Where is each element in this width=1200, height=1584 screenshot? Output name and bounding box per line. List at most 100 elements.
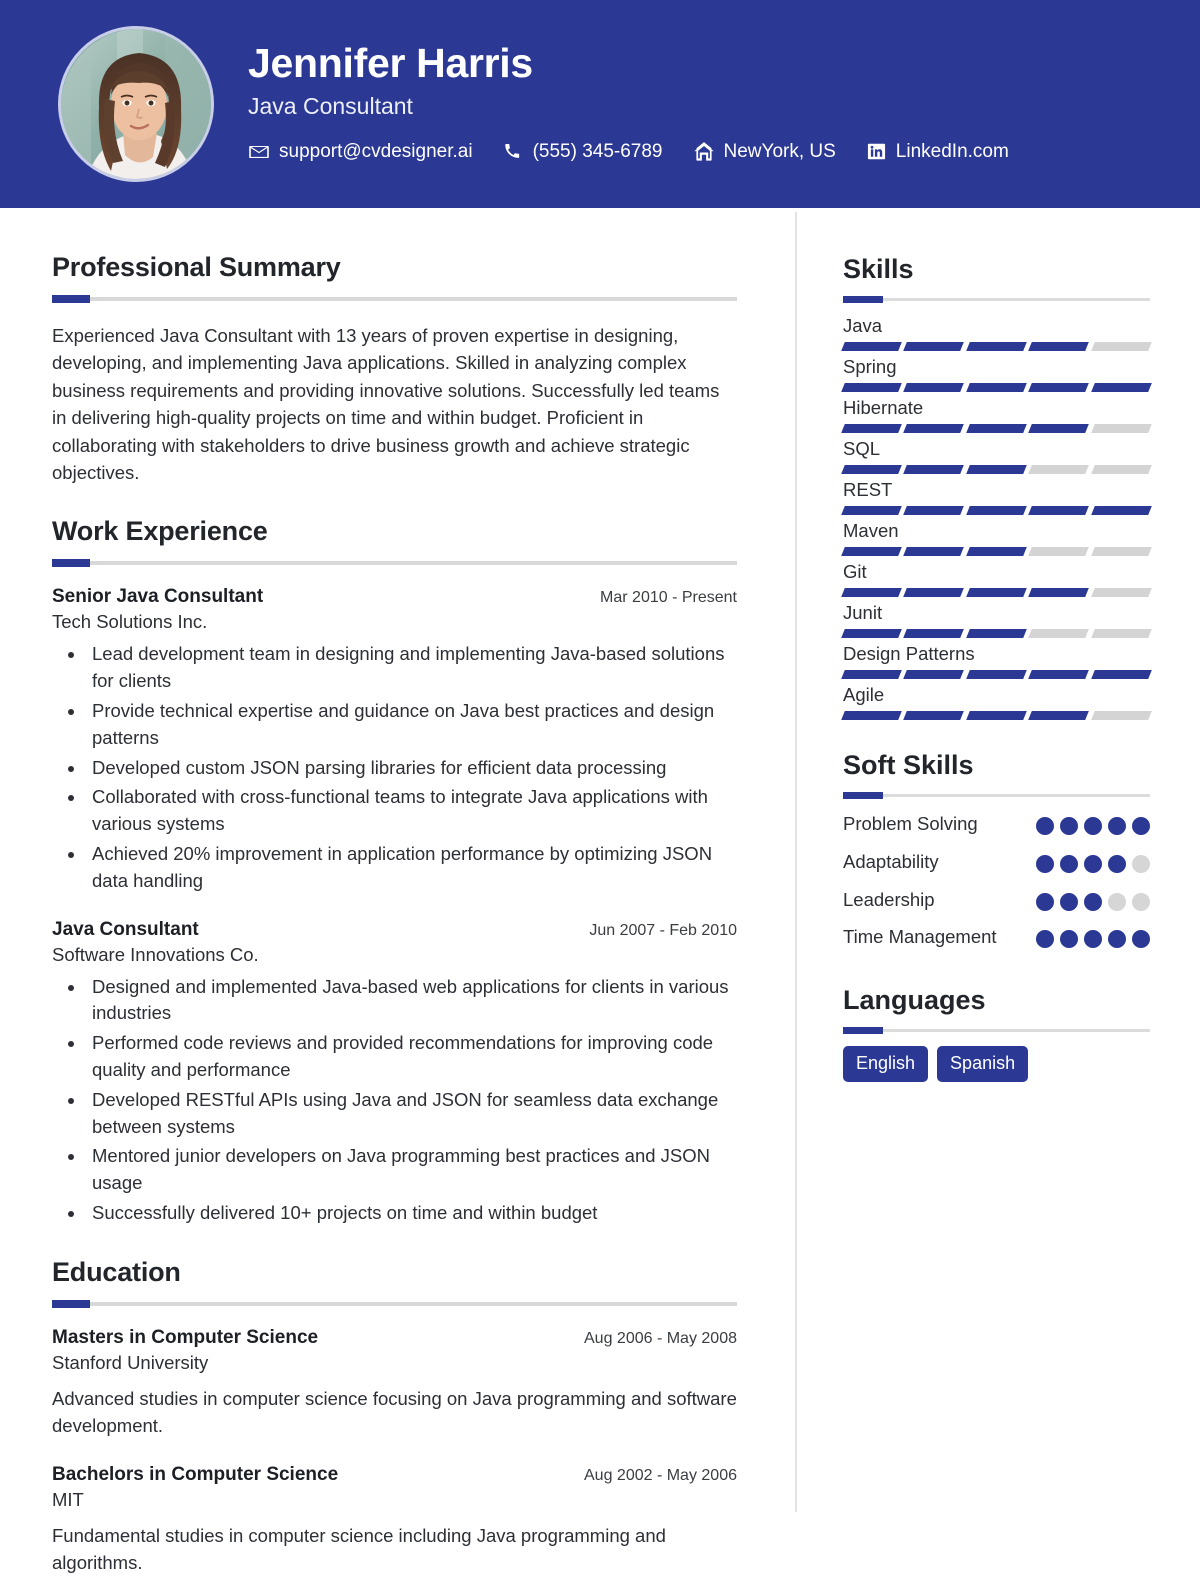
skill-segment [1090, 342, 1152, 351]
list-item: Provide technical expertise and guidance… [86, 698, 737, 752]
rating-dot [1060, 854, 1078, 873]
contact-phone[interactable]: (555) 345-6789 [503, 141, 663, 163]
skill-row: Maven [841, 520, 1152, 556]
skill-segment [841, 711, 903, 720]
section-rule [52, 1299, 737, 1308]
soft-skill-name: Leadership [843, 888, 935, 910]
skill-level-bar [841, 465, 1152, 474]
rating-dot [1132, 892, 1150, 911]
list-item: Achieved 20% improvement in application … [86, 841, 737, 895]
skill-level-bar [841, 342, 1152, 351]
education-date: Aug 2002 - May 2006 [584, 1466, 737, 1484]
education-entry: Bachelors in Computer Science Aug 2002 -… [52, 1464, 737, 1577]
linkedin-icon [866, 141, 887, 162]
header-text: Jennifer Harris Java Consultant support@… [248, 41, 1009, 166]
education-entry-head: Masters in Computer Science Aug 2006 - M… [52, 1327, 737, 1349]
skill-name: SQL [843, 438, 881, 459]
envelope-icon [248, 141, 270, 163]
list-item: Developed custom JSON parsing libraries … [86, 755, 737, 782]
skill-segment [1028, 670, 1090, 679]
section-rule [843, 792, 1150, 799]
skill-level-bar [841, 588, 1152, 597]
section-heading-summary: Professional Summary [52, 252, 341, 282]
rating-dot [1084, 930, 1102, 949]
list-item: Successfully delivered 10+ projects on t… [86, 1200, 737, 1227]
contact-location-label: NewYork, US [723, 140, 836, 162]
skill-name: Spring [843, 356, 897, 377]
contact-location[interactable]: NewYork, US [693, 141, 836, 163]
section-rule [843, 1027, 1150, 1035]
home-icon [693, 141, 715, 163]
contact-email[interactable]: support@cvdesigner.ai [248, 141, 473, 163]
skill-segment [841, 629, 903, 638]
skill-segment [1028, 629, 1090, 638]
skill-segment [1090, 588, 1152, 597]
language-chip: English [843, 1046, 929, 1083]
soft-skill-name: Time Management [843, 926, 997, 948]
skill-segment [1028, 547, 1090, 556]
soft-skill-rating [1036, 811, 1150, 835]
rating-dot [1060, 892, 1078, 911]
rating-dot [1084, 892, 1102, 911]
rating-dot [1060, 930, 1078, 949]
sidebar-column: Skills Java Spring Hibernate SQL REST Maven Gi… [797, 208, 1200, 1584]
skill-segment [841, 670, 903, 679]
contact-linkedin-label: LinkedIn.com [895, 140, 1009, 162]
rating-dot [1084, 854, 1102, 873]
experience-job-title: Java Consultant [52, 918, 199, 940]
education-degree: Bachelors in Computer Science [52, 1463, 339, 1485]
skill-segment [1028, 342, 1090, 351]
rating-dot [1108, 817, 1126, 835]
section-skills: Skills Java Spring Hibernate SQL REST Maven Gi… [841, 254, 1152, 720]
rating-dot [1108, 930, 1126, 949]
experience-bullets: Designed and implemented Java-based web … [86, 974, 737, 1227]
skill-level-bar [841, 629, 1152, 638]
skill-name: Junit [843, 602, 883, 623]
contact-linkedin[interactable]: LinkedIn.com [866, 141, 1009, 163]
phone-icon [503, 141, 524, 162]
section-heading-skills: Skills [843, 254, 914, 284]
experience-entry-head: Senior Java Consultant Mar 2010 - Presen… [52, 586, 737, 608]
skill-segment [903, 342, 965, 351]
skill-segment [965, 711, 1028, 720]
skill-segment [903, 383, 965, 392]
resume-header: Jennifer Harris Java Consultant support@… [0, 0, 1200, 208]
skill-row: Git [841, 561, 1152, 597]
skill-level-bar [841, 383, 1152, 392]
soft-skill-row: Adaptability [843, 849, 1150, 876]
skill-segment [1090, 424, 1152, 433]
skill-level-bar [841, 711, 1152, 720]
soft-skill-name: Adaptability [843, 850, 939, 872]
skill-segment [1028, 506, 1090, 515]
skill-segment [841, 383, 903, 392]
rating-dot [1036, 930, 1054, 949]
skill-segment [1090, 711, 1152, 720]
skill-segment [1028, 383, 1090, 392]
skill-segment [903, 424, 965, 433]
skill-row: Hibernate [841, 397, 1152, 433]
skill-segment [965, 670, 1028, 679]
skill-segment [903, 711, 965, 720]
skill-name: Git [843, 561, 867, 582]
experience-entry: Senior Java Consultant Mar 2010 - Presen… [52, 586, 737, 894]
skill-segment [1090, 670, 1152, 679]
list-item: Mentored junior developers on Java progr… [86, 1143, 737, 1197]
section-heading-soft-skills: Soft Skills [843, 750, 974, 780]
skill-segment [1090, 383, 1152, 392]
skill-segment [1028, 588, 1090, 597]
soft-skill-row: Time Management [843, 924, 1150, 951]
education-entry: Masters in Computer Science Aug 2006 - M… [52, 1327, 737, 1440]
summary-text: Experienced Java Consultant with 13 year… [52, 325, 720, 483]
rating-dot [1108, 892, 1126, 911]
skill-segment [1090, 506, 1152, 515]
skill-segment [903, 506, 965, 515]
section-soft-skills: Soft Skills Problem Solving Adaptability L… [843, 750, 1150, 951]
education-date: Aug 2006 - May 2008 [584, 1329, 737, 1347]
education-description: Advanced studies in computer science foc… [52, 1387, 737, 1437]
education-school: MIT [52, 1488, 84, 1510]
skill-segment [1090, 465, 1152, 474]
section-work-experience: Work Experience Senior Java Consultant M… [52, 516, 737, 1227]
skill-segment [903, 629, 965, 638]
languages-list: English Spanish [843, 1046, 1150, 1083]
skill-level-bar [841, 506, 1152, 515]
